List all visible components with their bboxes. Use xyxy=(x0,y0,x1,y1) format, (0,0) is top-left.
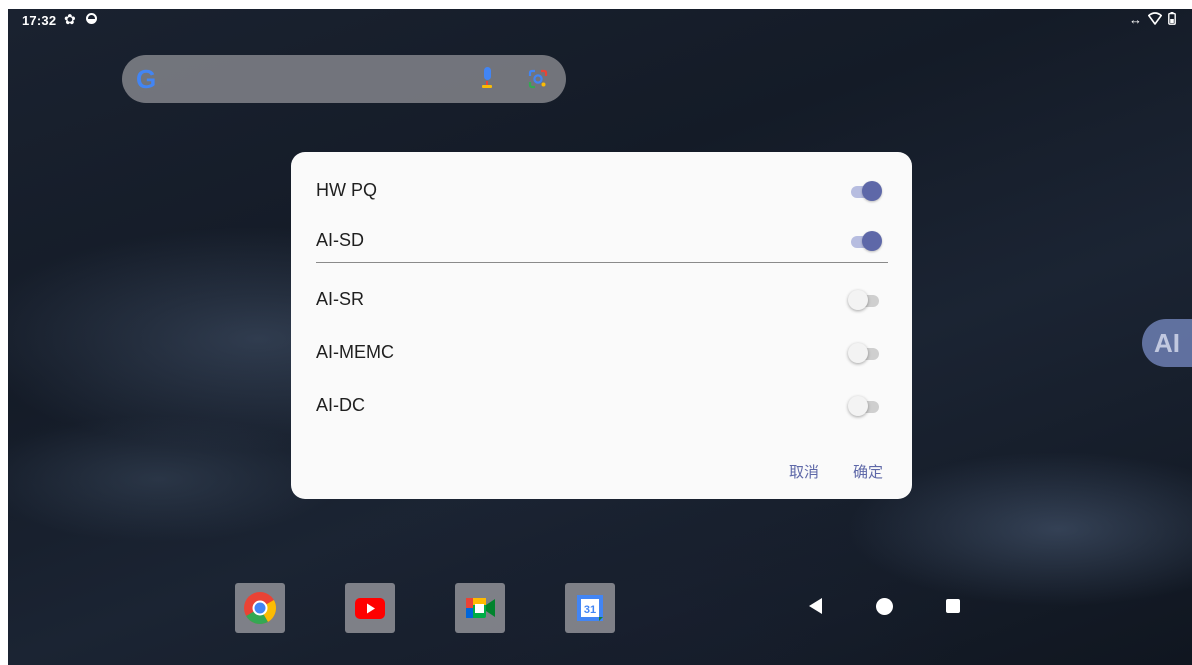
meet-icon[interactable] xyxy=(455,583,505,633)
ai-dc-switch[interactable] xyxy=(848,396,880,416)
ai-features-dialog: HW PQ AI-SD AI-SR AI-MEMC AI-DC 取消 确定 xyxy=(291,152,912,499)
status-icons: ↔ xyxy=(1129,12,1176,28)
google-search-bar[interactable]: G xyxy=(122,55,566,103)
option-label: AI-DC xyxy=(316,395,365,415)
back-icon[interactable] xyxy=(809,598,822,614)
ai-sr-switch[interactable] xyxy=(848,290,880,310)
ok-button[interactable]: 确定 xyxy=(853,461,883,482)
option-label: AI-SR xyxy=(316,289,365,309)
ai-memc-switch[interactable] xyxy=(848,343,880,363)
option-row-hw-pq[interactable]: HW PQ xyxy=(316,171,888,211)
battery-icon xyxy=(1168,12,1176,28)
settings-gear-icon: ✿ xyxy=(64,11,76,27)
ai-sd-switch[interactable] xyxy=(850,231,882,251)
mic-icon[interactable] xyxy=(482,67,492,91)
calendar-icon[interactable]: 31 xyxy=(565,583,615,633)
ai-floating-button[interactable]: AI xyxy=(1142,319,1192,367)
home-icon[interactable] xyxy=(876,598,893,615)
option-row-ai-dc[interactable]: AI-DC xyxy=(316,386,888,426)
option-label: HW PQ xyxy=(316,180,377,200)
option-label: AI-SD xyxy=(316,230,365,250)
status-time: 17:32 xyxy=(22,13,57,28)
google-logo-icon: G xyxy=(136,64,157,94)
recents-icon[interactable] xyxy=(946,599,960,613)
divider xyxy=(316,262,888,263)
option-row-ai-sr[interactable]: AI-SR xyxy=(316,280,888,320)
status-bar: 17:32 ✿ ↔ xyxy=(8,9,1192,33)
home-screen: 17:32 ✿ ↔ G AI HW PQ AI-SD AI-SR AI-MEMC… xyxy=(8,9,1192,665)
option-label: AI-MEMC xyxy=(316,342,394,362)
vpn-shield-icon xyxy=(86,13,97,24)
calendar-day: 31 xyxy=(584,604,596,616)
option-row-ai-memc[interactable]: AI-MEMC xyxy=(316,333,888,373)
youtube-icon[interactable] xyxy=(345,583,395,633)
wifi-icon xyxy=(1148,12,1162,28)
lens-icon[interactable] xyxy=(528,69,548,89)
option-row-ai-sd[interactable]: AI-SD xyxy=(316,221,888,261)
chrome-icon[interactable] xyxy=(235,583,285,633)
hw-pq-switch[interactable] xyxy=(850,181,882,201)
data-arrows-icon: ↔ xyxy=(1129,12,1142,27)
cancel-button[interactable]: 取消 xyxy=(789,461,819,482)
